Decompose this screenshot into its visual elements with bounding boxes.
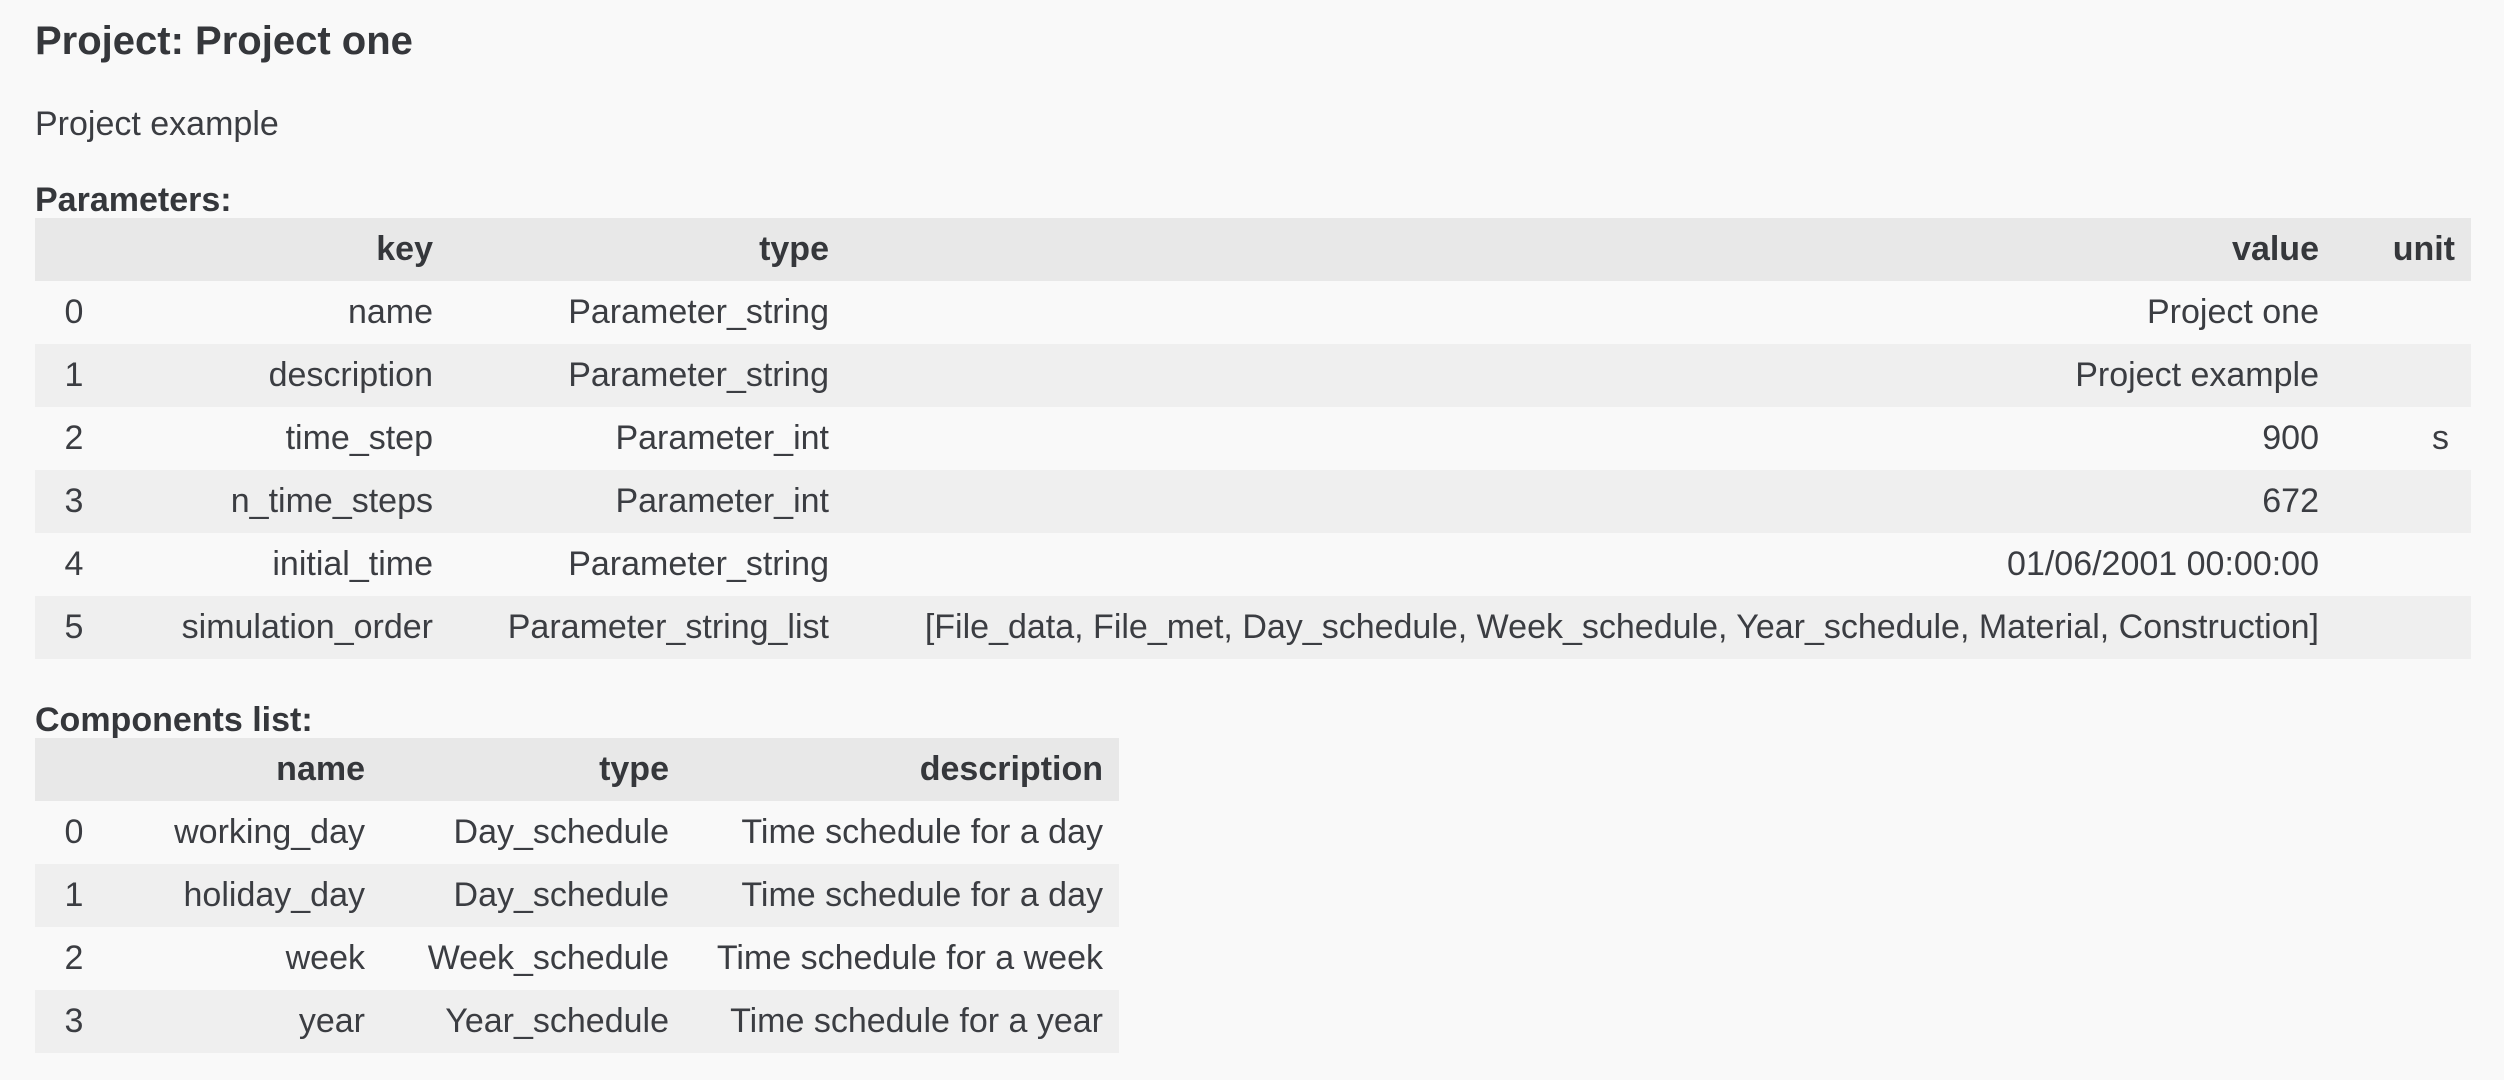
- table-row: 0 working_day Day_schedule Time schedule…: [35, 801, 1119, 864]
- row-unit: [2335, 596, 2471, 659]
- column-header-index: [35, 738, 105, 801]
- row-type: Day_schedule: [381, 801, 685, 864]
- table-row: 1 holiday_day Day_schedule Time schedule…: [35, 864, 1119, 927]
- column-header-key: key: [105, 218, 449, 281]
- column-header-type: type: [449, 218, 845, 281]
- column-header-description: description: [685, 738, 1119, 801]
- row-key: description: [105, 344, 449, 407]
- row-type: Week_schedule: [381, 927, 685, 990]
- row-unit: [2335, 281, 2471, 344]
- column-header-name: name: [105, 738, 381, 801]
- row-description: Time schedule for a year: [685, 990, 1119, 1053]
- row-index: 3: [35, 470, 105, 533]
- table-row: 2 time_step Parameter_int 900 s: [35, 407, 2471, 470]
- row-value: 900: [845, 407, 2335, 470]
- row-type: Parameter_int: [449, 407, 845, 470]
- table-header-row: name type description: [35, 738, 1119, 801]
- table-row: 3 n_time_steps Parameter_int 672: [35, 470, 2471, 533]
- row-key: name: [105, 281, 449, 344]
- row-name: week: [105, 927, 381, 990]
- row-index: 0: [35, 281, 105, 344]
- page-title: Project: Project one: [35, 19, 413, 63]
- table-row: 4 initial_time Parameter_string 01/06/20…: [35, 533, 2471, 596]
- row-index: 5: [35, 596, 105, 659]
- row-key: initial_time: [105, 533, 449, 596]
- components-heading: Components list:: [35, 701, 313, 739]
- row-value: Project example: [845, 344, 2335, 407]
- row-type: Day_schedule: [381, 864, 685, 927]
- row-type: Parameter_int: [449, 470, 845, 533]
- project-description: Project example: [35, 105, 279, 143]
- row-index: 4: [35, 533, 105, 596]
- row-unit: [2335, 344, 2471, 407]
- row-index: 0: [35, 801, 105, 864]
- row-type: Parameter_string: [449, 533, 845, 596]
- row-key: n_time_steps: [105, 470, 449, 533]
- project-output: Project: Project one Project example Par…: [0, 0, 2504, 1080]
- row-key: time_step: [105, 407, 449, 470]
- row-index: 1: [35, 864, 105, 927]
- row-index: 2: [35, 407, 105, 470]
- column-header-unit: unit: [2335, 218, 2471, 281]
- column-header-index: [35, 218, 105, 281]
- column-header-type: type: [381, 738, 685, 801]
- row-index: 1: [35, 344, 105, 407]
- row-index: 2: [35, 927, 105, 990]
- row-description: Time schedule for a day: [685, 864, 1119, 927]
- parameters-table: key type value unit 0 name Parameter_str…: [35, 218, 2471, 659]
- row-name: working_day: [105, 801, 381, 864]
- row-type: Year_schedule: [381, 990, 685, 1053]
- row-type: Parameter_string_list: [449, 596, 845, 659]
- parameters-heading: Parameters:: [35, 181, 232, 219]
- row-description: Time schedule for a day: [685, 801, 1119, 864]
- row-unit: s: [2335, 407, 2471, 470]
- row-type: Parameter_string: [449, 344, 845, 407]
- row-name: year: [105, 990, 381, 1053]
- row-description: Time schedule for a week: [685, 927, 1119, 990]
- row-value: 01/06/2001 00:00:00: [845, 533, 2335, 596]
- table-header-row: key type value unit: [35, 218, 2471, 281]
- row-key: simulation_order: [105, 596, 449, 659]
- row-value: Project one: [845, 281, 2335, 344]
- table-row: 2 week Week_schedule Time schedule for a…: [35, 927, 1119, 990]
- table-row: 3 year Year_schedule Time schedule for a…: [35, 990, 1119, 1053]
- row-name: holiday_day: [105, 864, 381, 927]
- components-table: name type description 0 working_day Day_…: [35, 738, 1119, 1053]
- row-unit: [2335, 470, 2471, 533]
- table-row: 1 description Parameter_string Project e…: [35, 344, 2471, 407]
- row-value: 672: [845, 470, 2335, 533]
- row-unit: [2335, 533, 2471, 596]
- row-index: 3: [35, 990, 105, 1053]
- table-row: 0 name Parameter_string Project one: [35, 281, 2471, 344]
- table-row: 5 simulation_order Parameter_string_list…: [35, 596, 2471, 659]
- row-type: Parameter_string: [449, 281, 845, 344]
- column-header-value: value: [845, 218, 2335, 281]
- row-value: [File_data, File_met, Day_schedule, Week…: [845, 596, 2335, 659]
